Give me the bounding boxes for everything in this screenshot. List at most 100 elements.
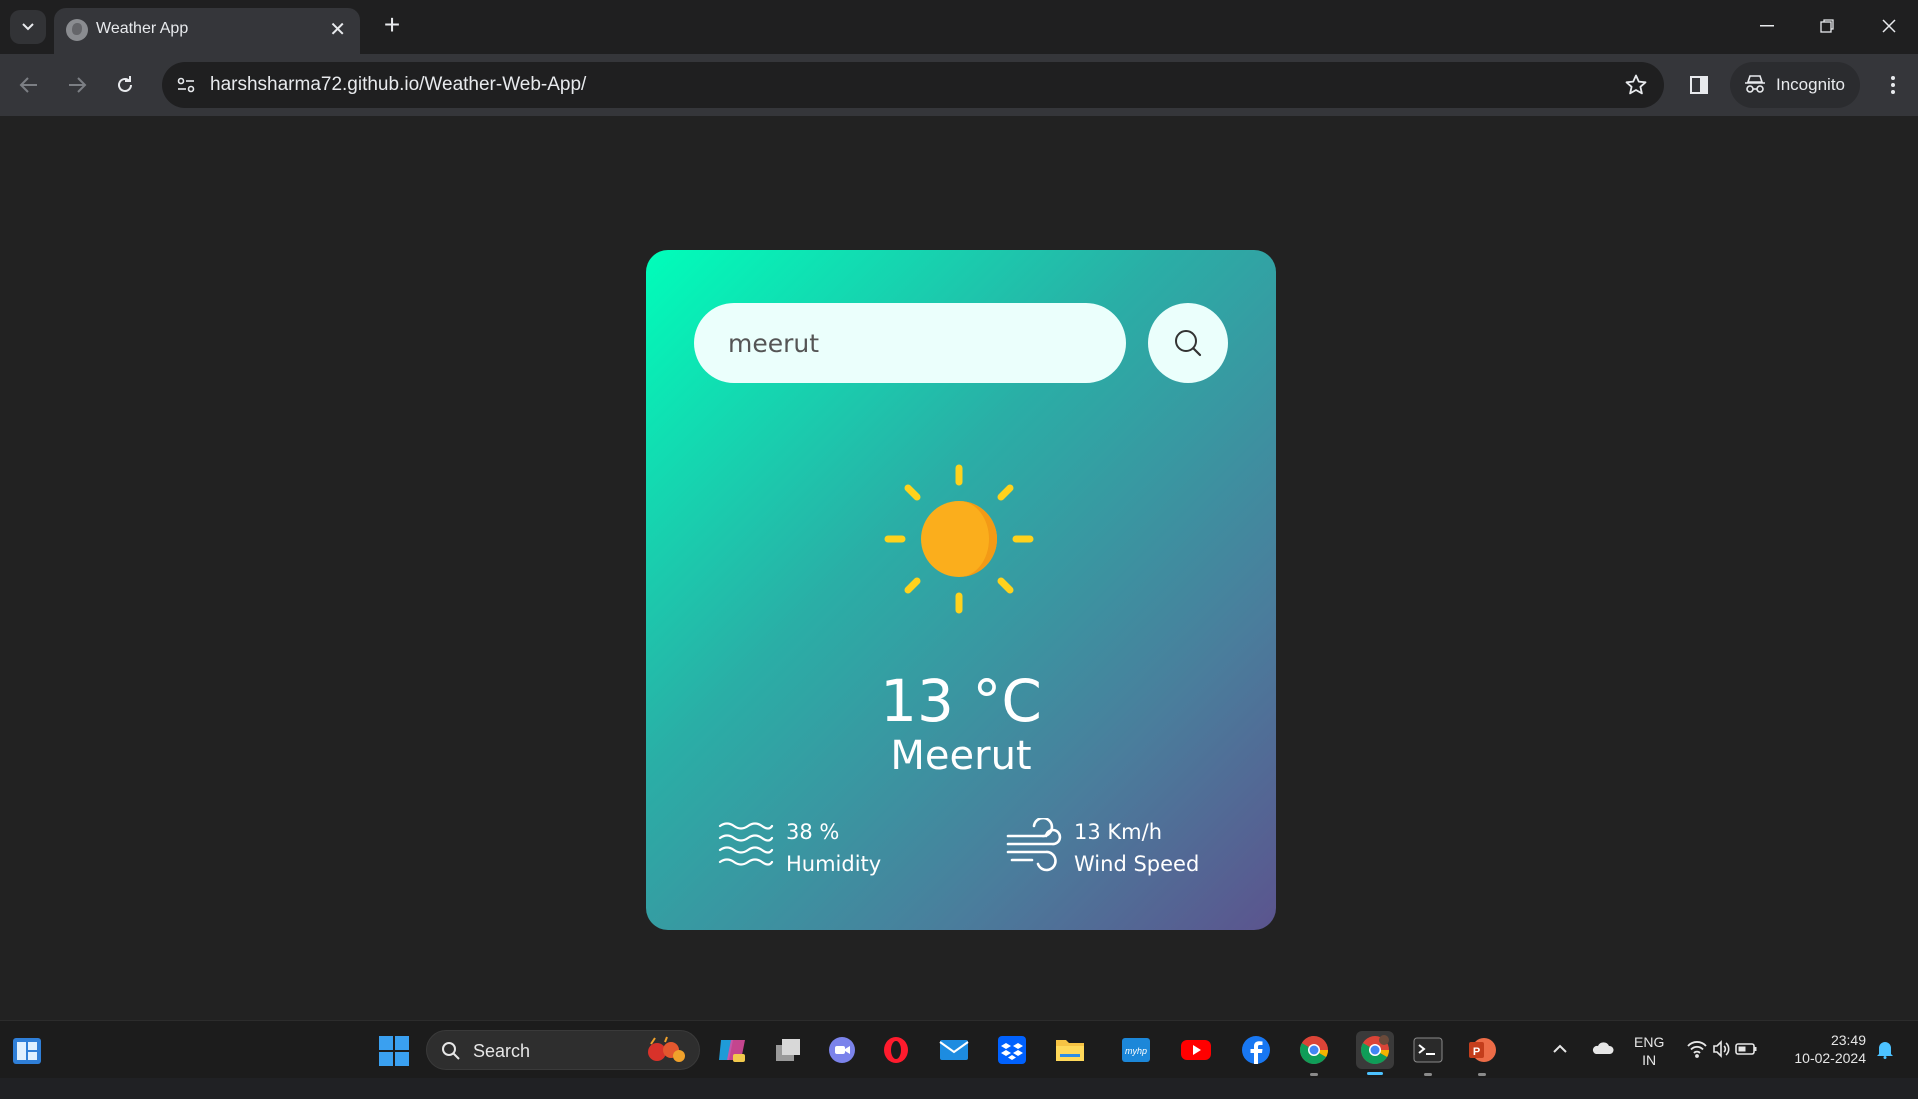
status-icons (1687, 1040, 1757, 1058)
taskbar-app-dropbox[interactable] (996, 1034, 1028, 1066)
sun-weather-icon (884, 464, 1034, 614)
search-button[interactable] (1148, 303, 1228, 383)
new-tab-button[interactable]: + (376, 10, 408, 42)
chrome-incognito-icon (1361, 1035, 1389, 1064)
tab-search-button[interactable] (10, 10, 46, 44)
forward-button[interactable] (60, 68, 94, 102)
taskbar-app-youtube[interactable] (1180, 1034, 1212, 1066)
incognito-label: Incognito (1776, 75, 1845, 94)
taskbar-app-mail[interactable] (938, 1034, 970, 1066)
chrome-icon (1300, 1036, 1328, 1064)
facebook-icon (1242, 1036, 1270, 1064)
globe-icon (66, 19, 88, 41)
weather-card: 13 °C Meerut 38 % Humidity (646, 250, 1276, 930)
browser-tab[interactable]: Weather App ✕ (54, 8, 360, 54)
taskbar-app-copilot[interactable] (716, 1034, 748, 1066)
more-vertical-icon (1891, 76, 1895, 94)
notifications-button[interactable] (1876, 1039, 1894, 1097)
taskbar-app-file-explorer[interactable] (1054, 1034, 1086, 1066)
taskbar-app-terminal[interactable] (1412, 1034, 1444, 1076)
back-button[interactable] (12, 68, 46, 102)
arrow-right-icon (69, 77, 87, 93)
taskbar-search-label: Search (473, 1041, 531, 1061)
opera-icon (884, 1037, 908, 1063)
page-content: 13 °C Meerut 38 % Humidity (0, 116, 1918, 1020)
battery-icon (1735, 1043, 1757, 1055)
url-text: harshsharma72.github.io/Weather-Web-App/ (210, 74, 587, 95)
search-icon (1175, 330, 1202, 357)
taskbar-app-meet[interactable] (826, 1034, 858, 1066)
close-tab-icon[interactable]: ✕ (329, 18, 346, 42)
humidity-label: Humidity (786, 852, 882, 876)
search-highlight-icon (648, 1036, 685, 1062)
temperature-text: 13 °C (880, 667, 1042, 735)
reload-icon (118, 76, 132, 92)
side-panel-button[interactable] (1682, 68, 1716, 102)
taskbar-app-powerpoint[interactable]: P (1466, 1034, 1498, 1076)
city-search-input[interactable] (694, 303, 1126, 383)
bell-icon (1877, 1042, 1893, 1059)
taskbar-app-myhp[interactable]: myhp (1120, 1034, 1152, 1066)
powerpoint-icon: P (1469, 1038, 1496, 1062)
terminal-icon (1413, 1037, 1443, 1063)
close-icon (1882, 19, 1896, 33)
bookmark-star-icon[interactable] (1624, 73, 1648, 97)
youtube-icon (1181, 1040, 1211, 1060)
reload-button[interactable] (108, 68, 142, 102)
taskbar-app-facebook[interactable] (1240, 1034, 1272, 1066)
widgets-icon[interactable] (12, 1037, 42, 1065)
svg-text:myhp: myhp (1125, 1046, 1147, 1056)
copilot-icon (719, 1040, 745, 1062)
active-indicator (1367, 1072, 1383, 1075)
side-panel-icon (1690, 76, 1708, 94)
network-volume-battery[interactable] (1686, 1039, 1760, 1097)
humidity-value: 38 % (786, 820, 840, 844)
tab-title: Weather App (96, 20, 189, 37)
dropbox-icon (998, 1036, 1026, 1064)
windows-start-icon[interactable] (378, 1035, 410, 1067)
site-settings-icon[interactable] (176, 75, 196, 95)
cloud-icon (1592, 1042, 1614, 1054)
region-text: IN (1642, 1052, 1657, 1068)
incognito-badge[interactable]: Incognito (1730, 62, 1860, 108)
search-icon (442, 1042, 460, 1060)
myhp-icon: myhp (1122, 1038, 1150, 1062)
date-text: 10-02-2024 (1794, 1050, 1866, 1066)
restore-icon (1820, 19, 1834, 33)
taskbar-app-chrome[interactable] (1298, 1034, 1330, 1076)
browser-toolbar: harshsharma72.github.io/Weather-Web-App/… (0, 54, 1918, 116)
wifi-icon (1687, 1041, 1707, 1058)
arrow-left-icon (19, 77, 37, 93)
task-view-icon (776, 1039, 800, 1061)
running-indicator (1310, 1073, 1318, 1076)
windows-taskbar: Search myhp P ENG IN 23:49 10-02-2024 (0, 1020, 1918, 1078)
running-indicator (1478, 1073, 1486, 1076)
taskbar-app-opera[interactable] (880, 1034, 912, 1066)
minimize-icon (1760, 25, 1774, 27)
address-bar[interactable]: harshsharma72.github.io/Weather-Web-App/ (162, 62, 1664, 108)
show-hidden-icons-button[interactable] (1552, 1041, 1568, 1099)
clock[interactable]: 23:49 10-02-2024 (1786, 1031, 1866, 1089)
running-indicator (1424, 1073, 1432, 1076)
restore-button[interactable] (1804, 10, 1850, 42)
browser-menu-button[interactable] (1876, 68, 1910, 102)
wind-icon (1006, 818, 1062, 872)
taskbar-search[interactable]: Search (426, 1030, 700, 1070)
city-name: Meerut (890, 733, 1032, 779)
time-text: 23:49 (1830, 1032, 1866, 1048)
wind-value: 13 Km/h (1074, 820, 1163, 844)
onedrive-tray[interactable] (1590, 1041, 1614, 1099)
chevron-down-icon (22, 23, 34, 31)
wind-label: Wind Speed (1074, 852, 1200, 876)
language-text: ENG (1634, 1034, 1665, 1050)
taskbar-app-task-view[interactable] (772, 1034, 804, 1066)
humidity-waves-icon (718, 822, 774, 866)
volume-icon (1713, 1040, 1730, 1058)
taskbar-app-chrome-incognito[interactable] (1356, 1031, 1394, 1075)
incognito-icon (1745, 75, 1765, 93)
minimize-button[interactable] (1744, 10, 1790, 42)
browser-tab-bar: Weather App ✕ + (0, 0, 1918, 54)
close-window-button[interactable] (1866, 10, 1912, 42)
svg-text:P: P (1473, 1046, 1480, 1058)
language-indicator[interactable]: ENG IN (1634, 1033, 1664, 1091)
